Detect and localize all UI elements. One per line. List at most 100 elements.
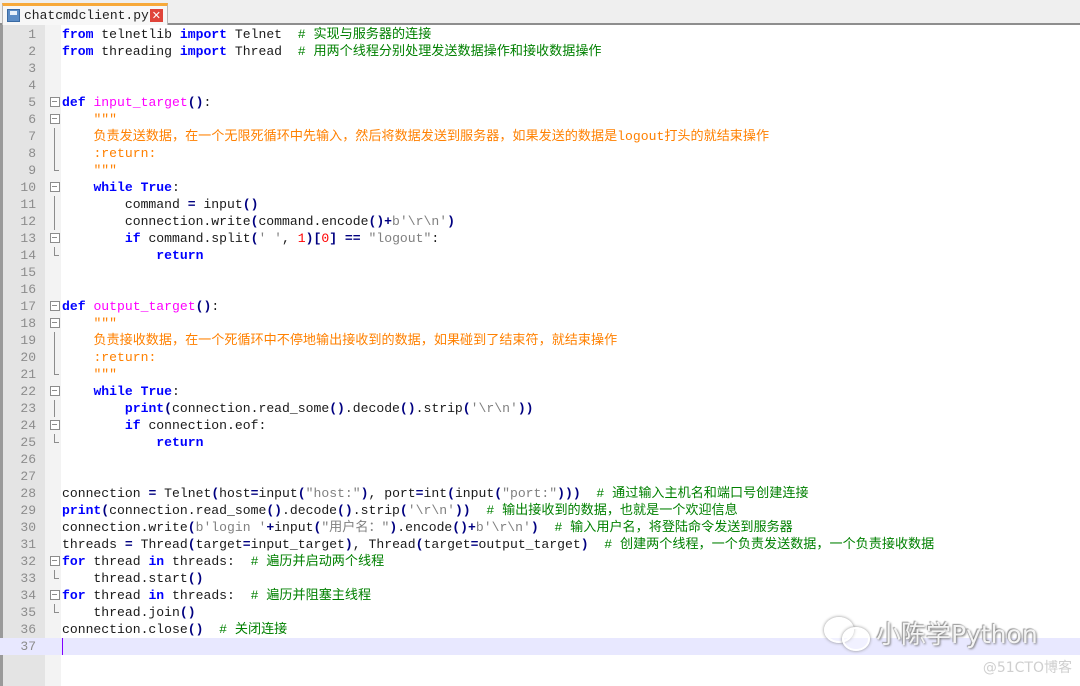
code-line[interactable]: 30 connection.write(b'login '+input("用户名：… (0, 519, 1080, 536)
code-text: connection.write(command.encode()+b'\r\n… (62, 213, 455, 230)
code-token: ( (447, 486, 455, 501)
code-line[interactable]: 18 """ (0, 315, 1080, 332)
code-line[interactable]: 20 :return: (0, 349, 1080, 366)
line-number: 33 (20, 571, 36, 586)
code-line[interactable]: 17 def output_target(): (0, 298, 1080, 315)
code-line[interactable]: 12 connection.write(command.encode()+b'\… (0, 213, 1080, 230)
code-token: () (187, 622, 204, 637)
code-line[interactable]: 33 thread.start() (0, 570, 1080, 587)
code-token: in (148, 554, 165, 569)
code-line[interactable]: 7 负责发送数据，在一个无限死循环中先输入，然后将数据发送到服务器，如果发送的数… (0, 128, 1080, 145)
code-token: # 通过输入主机名和端口号创建连接 (596, 486, 809, 501)
code-line[interactable]: 29 print(connection.read_some().decode().… (0, 502, 1080, 519)
fold-toggle-icon[interactable] (50, 230, 60, 247)
code-line[interactable]: 9 """ (0, 162, 1080, 179)
code-token: thread (85, 554, 149, 569)
code-token: ))) (557, 486, 581, 501)
code-editor[interactable]: 1 from telnetlib import Telnet # 实现与服务器的连… (0, 25, 1080, 686)
code-line[interactable]: 6 """ (0, 111, 1080, 128)
code-line[interactable]: 3 (0, 60, 1080, 77)
code-text: thread.join() (62, 604, 195, 621)
line-number: 23 (20, 401, 36, 416)
code-line[interactable]: 25 return (0, 434, 1080, 451)
fold-toggle-icon[interactable] (50, 417, 60, 434)
code-token: connection.write (62, 214, 251, 229)
code-token: ( (399, 503, 408, 518)
line-number: 19 (20, 333, 36, 348)
code-line[interactable]: 21 """ (0, 366, 1080, 383)
code-line[interactable]: 28 connection = Telnet(host=input("host:"… (0, 485, 1080, 502)
code-token: """ (93, 367, 118, 382)
code-line[interactable]: 8 :return: (0, 145, 1080, 162)
close-icon[interactable]: ✕ (149, 9, 163, 22)
code-token: ( (415, 537, 424, 552)
code-token: 负责接收数据，在一个死循环中不停地输出接收到的数据，如果碰到了结束符，就结束操作 (93, 333, 618, 348)
code-token: target (423, 537, 471, 552)
code-line[interactable]: 24 if connection.eof: (0, 417, 1080, 434)
code-token: for (62, 554, 86, 569)
code-token: ( (164, 401, 173, 416)
file-tab-label: chatcmdclient.py (24, 8, 149, 23)
code-line[interactable]: 14 return (0, 247, 1080, 264)
code-line[interactable]: 16 (0, 281, 1080, 298)
code-line[interactable]: 15 (0, 264, 1080, 281)
code-text: for thread in threads: # 遍历并启动两个线程 (62, 553, 384, 570)
code-line[interactable]: 1 from telnetlib import Telnet # 实现与服务器的连… (0, 26, 1080, 43)
fold-toggle-icon[interactable] (50, 111, 60, 128)
line-number: 4 (28, 78, 36, 93)
line-number: 30 (20, 520, 36, 535)
code-token: '\r\n' (470, 401, 518, 416)
line-number: 35 (20, 605, 36, 620)
code-line[interactable]: 32 for thread in threads: # 遍历并启动两个线程 (0, 553, 1080, 570)
code-line[interactable]: 27 (0, 468, 1080, 485)
code-line[interactable]: 34 for thread in threads: # 遍历并阻塞主线程 (0, 587, 1080, 604)
line-number: 10 (20, 180, 36, 195)
fold-toggle-icon[interactable] (50, 94, 60, 111)
code-text: threads = Thread(target=input_target), T… (62, 536, 934, 553)
code-line[interactable]: 31 threads = Thread(target=input_target),… (0, 536, 1080, 553)
code-line[interactable]: 11 command = input() (0, 196, 1080, 213)
code-token: : (211, 299, 220, 314)
code-line[interactable]: 13 if command.split(' ', 1)[0] == "logou… (0, 230, 1080, 247)
save-disk-icon (7, 9, 20, 22)
code-token: = (415, 486, 424, 501)
code-text: """ (62, 315, 117, 332)
code-token: if (124, 418, 141, 433)
code-token: # 输入用户名，将登陆命令发送到服务器 (554, 520, 793, 535)
code-line[interactable]: 4 (0, 77, 1080, 94)
file-tab[interactable]: chatcmdclient.py ✕ (2, 3, 168, 25)
fold-toggle-icon[interactable] (50, 587, 60, 604)
fold-toggle-icon[interactable] (50, 553, 60, 570)
code-line[interactable]: 10 while True: (0, 179, 1080, 196)
code-text: def output_target(): (62, 298, 219, 315)
code-token: connection.write (62, 520, 188, 535)
code-line[interactable]: 19 负责接收数据，在一个死循环中不停地输出接收到的数据，如果碰到了结束符，就结… (0, 332, 1080, 349)
code-line[interactable]: 2 from threading import Thread # 用两个线程分别处… (0, 43, 1080, 60)
fold-toggle-icon[interactable] (50, 298, 60, 315)
code-text: """ (62, 366, 117, 383)
fold-toggle-icon[interactable] (50, 315, 60, 332)
code-text: connection.close() # 关闭连接 (62, 621, 287, 638)
code-token: input_target (93, 95, 188, 110)
code-token: output_target (478, 537, 581, 552)
code-token: () (337, 503, 353, 518)
code-token: command.split (140, 231, 251, 246)
code-token: thread.start (62, 571, 188, 586)
code-line[interactable]: 22 while True: (0, 383, 1080, 400)
code-line[interactable]: 5 def input_target(): (0, 94, 1080, 111)
fold-guide-icon (50, 332, 60, 349)
code-line[interactable]: 26 (0, 451, 1080, 468)
fold-toggle-icon[interactable] (50, 179, 60, 196)
code-token: : (431, 231, 440, 246)
code-line[interactable]: 23 print(connection.read_some().decode()… (0, 400, 1080, 417)
line-number: 31 (20, 537, 36, 552)
line-number: 24 (20, 418, 36, 433)
code-token: """ (93, 112, 118, 127)
fold-guide-icon (50, 349, 60, 366)
fold-toggle-icon[interactable] (50, 383, 60, 400)
fold-guide-icon (50, 400, 60, 417)
